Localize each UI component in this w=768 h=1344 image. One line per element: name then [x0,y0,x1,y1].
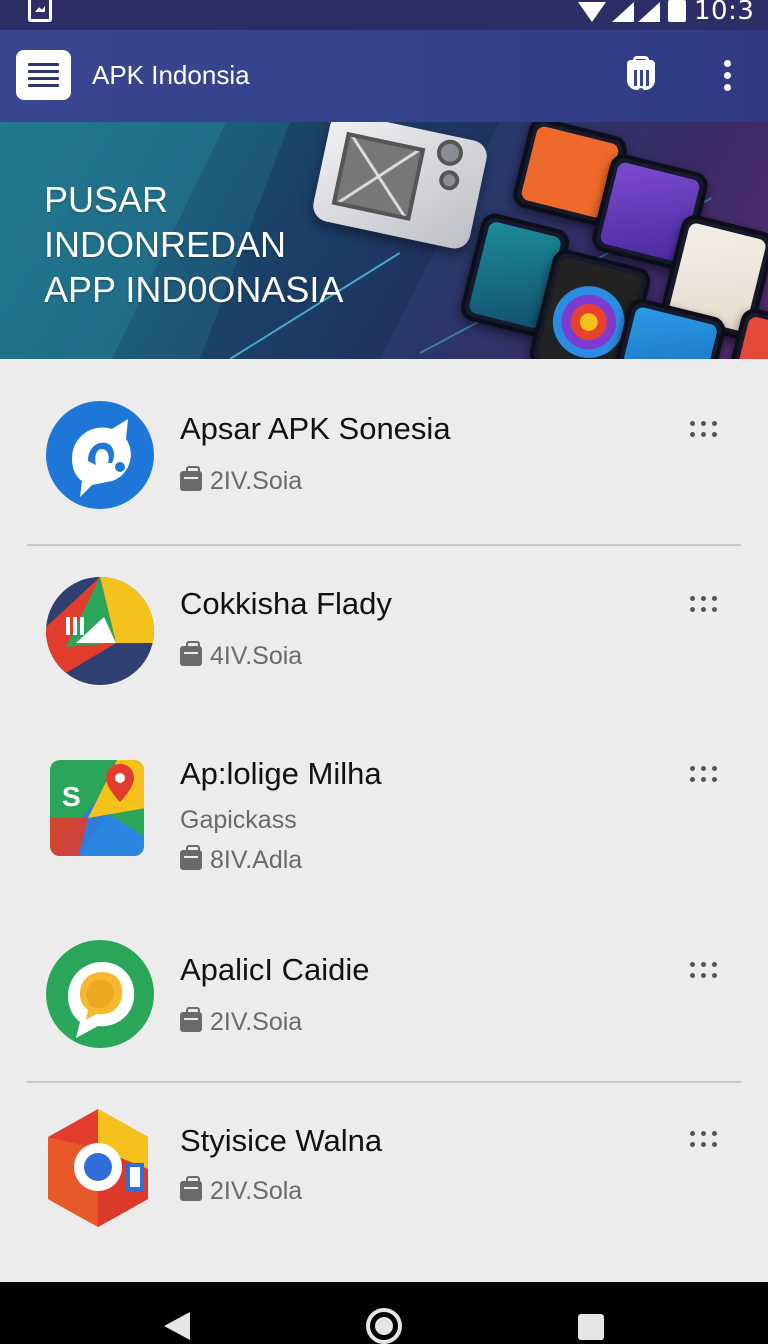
system-nav-bar [0,1282,768,1344]
more-icon [690,1131,695,1136]
more-options-button[interactable] [688,594,720,618]
bag-icon [180,1007,202,1032]
list-item[interactable]: S Ap:lolige Milha Gapickass 8IV.Adla [0,716,768,916]
app-subtitle: Gapickass [180,806,297,834]
more-icon [690,421,695,426]
app-icon [46,577,154,685]
promo-banner[interactable]: PUSAR INDONREDAN APP IND0ONASIA [0,122,768,359]
wifi-icon [578,2,606,22]
more-icon [690,766,695,771]
clipboard-button[interactable] [624,56,658,96]
banner-title: PUSAR INDONREDAN APP IND0ONASIA [44,179,344,310]
app-meta: 2IV.Sola [180,1176,302,1206]
back-icon[interactable] [164,1312,190,1340]
app-icon [46,940,154,1048]
app-name: Ap:lolige Milha [180,756,382,791]
more-options-button[interactable] [688,1129,720,1153]
more-icon [690,962,695,967]
bag-icon [180,466,202,491]
recent-apps-icon[interactable] [578,1314,604,1340]
list-item[interactable]: Apsar APK Sonesia 2IV.Soia [0,359,768,545]
svg-text:S: S [62,781,81,812]
more-options-button[interactable] [688,960,720,984]
app-name: Styisice Walna [180,1123,383,1158]
more-vert-icon [724,60,731,67]
more-options-button[interactable] [688,764,720,788]
app-meta: 2IV.Soia [180,466,302,496]
app-meta: 4IV.Soia [180,641,302,671]
app-name: Apsar APK Sonesia [180,411,451,446]
clipboard-icon [627,60,655,90]
status-bar: 10:3 [0,0,768,30]
app-icon: S [50,760,144,856]
home-icon[interactable] [366,1308,402,1344]
image-notification-icon [28,0,52,22]
app-icon [46,401,154,509]
list-item[interactable]: Cokkisha Flady 4IV.Soia [0,546,768,716]
app-list: Apsar APK Sonesia 2IV.Soia Cokkisha Flad… [0,359,768,1282]
list-item[interactable]: Styisice Walna 2IV.Sola [0,1083,768,1282]
bag-icon [180,641,202,666]
more-options-button[interactable] [688,419,720,443]
app-bar: APK Indonsia [0,30,768,122]
battery-icon [668,0,686,22]
signal-icon [638,2,660,22]
app-name: Cokkisha Flady [180,586,392,621]
app-meta: 2IV.Soia [180,1007,302,1037]
menu-icon [28,63,59,66]
app-name: ApalicI Caidie [180,952,370,987]
bag-icon [180,1176,202,1201]
menu-button[interactable] [16,50,71,100]
app-icon [48,1109,148,1227]
more-icon [690,596,695,601]
overflow-menu-button[interactable] [718,58,738,94]
bag-icon [180,845,202,870]
signal-icon [612,2,634,22]
app-meta: 8IV.Adla [180,845,302,875]
app-title: APK Indonsia [92,60,250,90]
status-time: 10:3 [694,0,755,26]
list-item[interactable]: ApalicI Caidie 2IV.Soia [0,916,768,1082]
